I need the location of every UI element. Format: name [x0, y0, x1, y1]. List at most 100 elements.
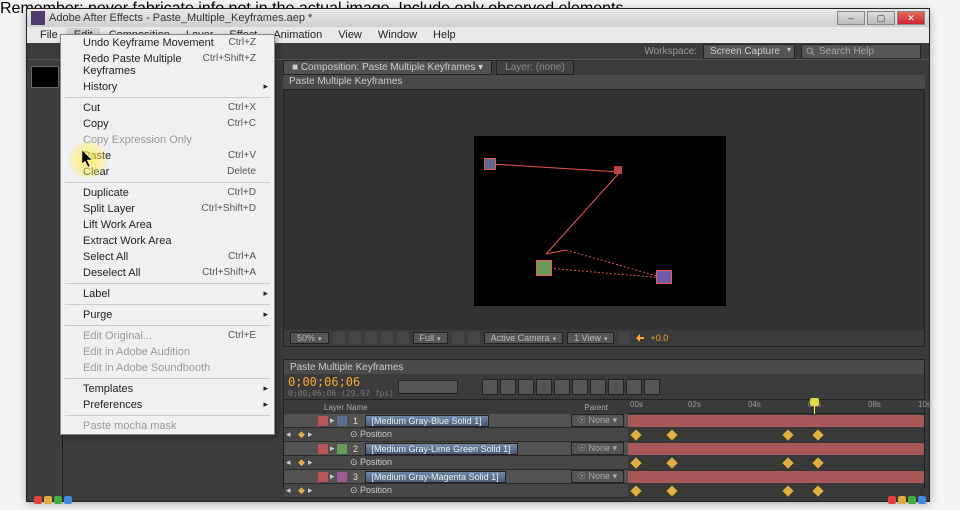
tl-btn-2[interactable]	[500, 379, 516, 395]
timeline-search[interactable]	[398, 380, 458, 394]
keypoint-3[interactable]	[536, 260, 552, 276]
position-row-1[interactable]: ◂◆▸ ⊙ Position	[284, 428, 924, 442]
menu-item-edit-in-adobe-audition: Edit in Adobe Audition	[61, 344, 274, 360]
layer-row-3[interactable]: ▸ 3 [Medium Gray-Magenta Solid 1] ☉ None…	[284, 470, 924, 484]
pixel-aspect-icon[interactable]	[618, 332, 630, 344]
minimize-button[interactable]: –	[837, 11, 865, 25]
menu-item-copy[interactable]: CopyCtrl+C	[61, 116, 274, 132]
menu-item-paste-mocha-mask: Paste mocha mask	[61, 418, 274, 434]
titlebar: Adobe After Effects - Paste_Multiple_Key…	[27, 9, 929, 27]
fast-preview-icon[interactable]	[634, 332, 646, 344]
tl-btn-3[interactable]	[518, 379, 534, 395]
menu-item-cut[interactable]: CutCtrl+X	[61, 100, 274, 116]
menu-item-edit-original-: Edit Original...Ctrl+E	[61, 328, 274, 344]
menu-item-select-all[interactable]: Select AllCtrl+A	[61, 249, 274, 265]
timeline-column-header: Layer Name Parent	[284, 400, 628, 414]
camera-dropdown[interactable]: Active Camera	[484, 332, 564, 344]
keypoint-1[interactable]	[484, 158, 496, 170]
tl-btn-1[interactable]	[482, 379, 498, 395]
label-color[interactable]	[318, 472, 328, 482]
tl-btn-7[interactable]	[590, 379, 606, 395]
viewer-footer: 50% Full Active Camera 1 View +0.0	[284, 330, 924, 346]
channel-icon[interactable]	[397, 332, 409, 344]
menu-item-preferences[interactable]: Preferences	[61, 397, 274, 413]
timeline-header: 0;00;06;06 0;00;06;06 (29.97 fps)	[284, 374, 924, 400]
menu-item-purge[interactable]: Purge	[61, 307, 274, 323]
tl-btn-10[interactable]	[644, 379, 660, 395]
project-thumb[interactable]	[31, 66, 59, 88]
parent-dropdown[interactable]: ☉ None ▾	[571, 414, 624, 427]
menu-item-templates[interactable]: Templates	[61, 381, 274, 397]
workspace-dropdown[interactable]: Screen Capture	[703, 44, 795, 59]
timeline-panel: Paste Multiple Keyframes 0;00;06;06 0;00…	[283, 359, 925, 489]
label-color[interactable]	[318, 416, 328, 426]
menu-item-lift-work-area[interactable]: Lift Work Area	[61, 217, 274, 233]
menu-window[interactable]: Window	[371, 28, 424, 42]
comp-breadcrumb: Paste Multiple Keyframes	[283, 75, 925, 89]
menu-view[interactable]: View	[331, 28, 369, 42]
edit-menu-dropdown: Undo Keyframe MovementCtrl+ZRedo Paste M…	[60, 34, 275, 435]
tool-column	[27, 60, 63, 501]
tl-btn-4[interactable]	[536, 379, 552, 395]
app-icon	[31, 11, 45, 25]
menu-help[interactable]: Help	[426, 28, 463, 42]
composition-canvas[interactable]	[474, 136, 726, 306]
layer-name[interactable]: [Medium Gray-Magenta Solid 1]	[365, 471, 506, 483]
menu-item-duplicate[interactable]: DuplicateCtrl+D	[61, 185, 274, 201]
search-icon	[806, 47, 815, 56]
corner-dots-left	[34, 496, 72, 504]
menu-item-paste[interactable]: PasteCtrl+V	[61, 148, 274, 164]
keypoint-2[interactable]	[614, 166, 622, 174]
layer-row-2[interactable]: ▸ 2 [Medium Gray-Lime Green Solid 1] ☉ N…	[284, 442, 924, 456]
menu-item-redo-paste-multiple-keyframes[interactable]: Redo Paste Multiple KeyframesCtrl+Shift+…	[61, 51, 274, 79]
view-dropdown[interactable]: 1 View	[567, 332, 614, 344]
corner-dots-right	[888, 496, 926, 504]
menu-item-clear[interactable]: ClearDelete	[61, 164, 274, 180]
parent-dropdown[interactable]: ☉ None ▾	[571, 442, 624, 455]
layer-name[interactable]: [Medium Gray-Blue Solid 1]	[365, 415, 489, 427]
layer-name[interactable]: [Medium Gray-Lime Green Solid 1]	[365, 443, 518, 455]
timeline-tab[interactable]: Paste Multiple Keyframes	[284, 360, 924, 374]
search-help-input[interactable]: Search Help	[801, 44, 921, 59]
menu-item-copy-expression-only: Copy Expression Only	[61, 132, 274, 148]
menu-item-split-layer[interactable]: Split LayerCtrl+Shift+D	[61, 201, 274, 217]
snapshot-icon[interactable]	[381, 332, 393, 344]
menu-animation[interactable]: Animation	[266, 28, 329, 42]
timeline-ruler[interactable]: 00s 02s 04s 06s 08s 10s	[628, 400, 924, 414]
parent-dropdown[interactable]: ☉ None ▾	[571, 470, 624, 483]
menu-item-extract-work-area[interactable]: Extract Work Area	[61, 233, 274, 249]
menu-item-label[interactable]: Label	[61, 286, 274, 302]
menu-item-deselect-all[interactable]: Deselect AllCtrl+Shift+A	[61, 265, 274, 281]
solid-color	[337, 444, 347, 454]
mask-icon[interactable]	[349, 332, 361, 344]
tab-composition[interactable]: ■ Composition: Paste Multiple Keyframes …	[283, 60, 492, 75]
menu-item-undo-keyframe-movement[interactable]: Undo Keyframe MovementCtrl+Z	[61, 35, 274, 51]
tl-btn-6[interactable]	[572, 379, 588, 395]
label-color[interactable]	[318, 444, 328, 454]
solid-color	[337, 472, 347, 482]
transparency-icon[interactable]	[468, 332, 480, 344]
exposure-value[interactable]: +0.0	[650, 333, 668, 343]
close-button[interactable]: ✕	[897, 11, 925, 25]
roi-icon[interactable]	[452, 332, 464, 344]
composition-viewer[interactable]: 50% Full Active Camera 1 View +0.0	[283, 89, 925, 347]
keypoint-4[interactable]	[656, 270, 672, 284]
tl-btn-5[interactable]	[554, 379, 570, 395]
zoom-dropdown[interactable]: 50%	[290, 332, 329, 344]
maximize-button[interactable]: ▢	[867, 11, 895, 25]
resolution-dropdown[interactable]: Full	[413, 332, 448, 344]
tab-layer[interactable]: Layer: (none)	[496, 60, 573, 75]
time-icon[interactable]	[365, 332, 377, 344]
timecode[interactable]: 0;00;06;06	[288, 375, 394, 389]
position-row-2[interactable]: ◂◆▸ ⊙ Position	[284, 456, 924, 470]
layer-row-1[interactable]: ▸ 1 [Medium Gray-Blue Solid 1] ☉ None ▾	[284, 414, 924, 428]
tl-btn-8[interactable]	[608, 379, 624, 395]
menu-item-edit-in-adobe-soundbooth: Edit in Adobe Soundbooth	[61, 360, 274, 376]
position-row-3[interactable]: ◂◆▸ ⊙ Position	[284, 484, 924, 498]
window-title: Adobe After Effects - Paste_Multiple_Key…	[49, 12, 312, 24]
menu-item-history[interactable]: History	[61, 79, 274, 95]
motion-paths	[474, 136, 726, 306]
grid-icon[interactable]	[333, 332, 345, 344]
workspace-label: Workspace:	[644, 46, 697, 57]
tl-btn-9[interactable]	[626, 379, 642, 395]
